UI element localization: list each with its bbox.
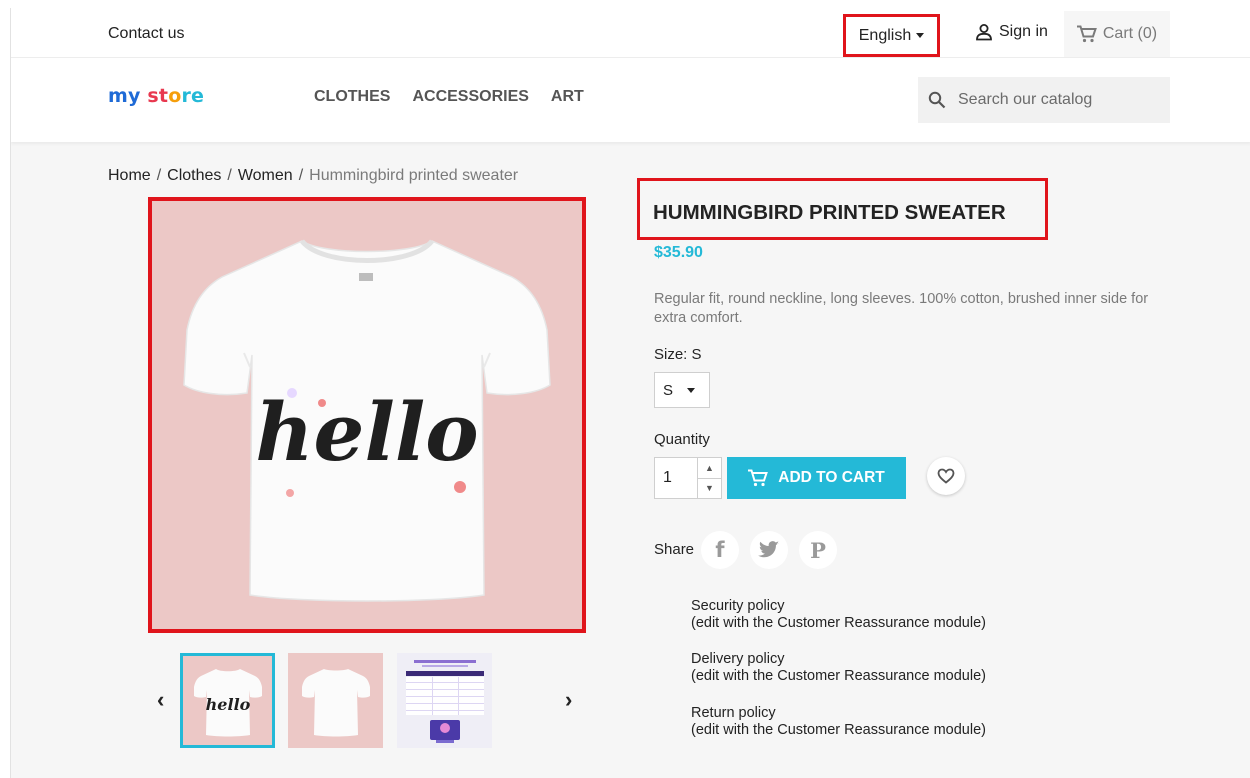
breadcrumb-home[interactable]: Home — [108, 167, 151, 185]
delivery-policy: Delivery policy (edit with the Customer … — [691, 651, 986, 685]
search-input[interactable] — [958, 91, 1158, 109]
chevron-up-icon[interactable]: ▲ — [698, 458, 721, 479]
contact-us-link[interactable]: Contact us — [108, 25, 184, 43]
quantity-arrows: ▲ ▼ — [697, 458, 721, 498]
user-icon — [976, 24, 992, 41]
share-pinterest-button[interactable]: P — [799, 531, 837, 569]
return-policy-note: (edit with the Customer Reassurance modu… — [691, 722, 986, 738]
cart-button[interactable]: Cart (0) — [1064, 11, 1170, 57]
main-nav: CLOTHES ACCESSORIES ART — [314, 88, 584, 106]
thumbnail-strip: ‹ hello › — [151, 653, 581, 749]
language-label: English — [858, 26, 912, 44]
add-to-cart-button[interactable]: ADD TO CART — [727, 457, 906, 499]
thumbnail-item[interactable]: hello — [180, 653, 275, 748]
breadcrumb-separator: / — [298, 167, 304, 184]
thumbnail-item[interactable] — [397, 653, 492, 748]
sign-in-link[interactable]: Sign in — [975, 23, 1048, 41]
page-frame: Contact us English Sign in Cart (0) my s… — [10, 8, 1250, 778]
thumbnail-item[interactable] — [288, 653, 383, 748]
nav-clothes[interactable]: CLOTHES — [314, 88, 390, 106]
security-policy: Security policy (edit with the Customer … — [691, 598, 986, 632]
delivery-policy-note: (edit with the Customer Reassurance modu… — [691, 668, 986, 684]
breadcrumb-current: Hummingbird printed sweater — [309, 167, 519, 184]
cart-icon — [1076, 25, 1097, 43]
size-label: Size: S — [654, 346, 702, 363]
share-twitter-button[interactable] — [750, 531, 788, 569]
facebook-icon: f — [715, 538, 725, 562]
security-policy-note: (edit with the Customer Reassurance modu… — [691, 615, 986, 631]
share-facebook-button[interactable]: f — [701, 531, 739, 569]
sign-in-label: Sign in — [999, 23, 1048, 40]
product-title: HUMMINGBIRD PRINTED SWEATER — [653, 201, 1006, 224]
breadcrumb-separator: / — [156, 167, 162, 184]
pinterest-icon: P — [810, 537, 826, 563]
product-description: Regular fit, round neckline, long sleeve… — [654, 291, 1149, 326]
product-main-image[interactable]: hello — [148, 197, 586, 633]
language-selector[interactable]: English — [843, 14, 940, 57]
breadcrumb: Home / Clothes / Women / Hummingbird pri… — [108, 167, 518, 185]
return-policy: Return policy (edit with the Customer Re… — [691, 705, 986, 739]
cart-label: Cart (0) — [1102, 25, 1158, 42]
size-select-value: S — [663, 381, 674, 399]
size-select[interactable]: S — [654, 372, 710, 408]
tshirt-image: hello — [183, 239, 551, 602]
nav-art[interactable]: ART — [551, 88, 584, 106]
nav-accessories[interactable]: ACCESSORIES — [412, 88, 528, 106]
thumbnail-infographic — [405, 659, 484, 743]
search-icon[interactable] — [928, 91, 946, 109]
logo-part: re — [181, 85, 205, 107]
thumbnail-print-text: hello — [205, 695, 250, 714]
cart-icon — [748, 469, 769, 487]
quantity-stepper[interactable]: 1 ▲ ▼ — [654, 457, 722, 499]
thumbnail-tshirt-front: hello — [193, 668, 262, 736]
logo-part: o — [168, 85, 182, 107]
thumbnail-tshirt-back — [301, 668, 370, 736]
share-label: Share — [654, 541, 695, 558]
twitter-icon — [758, 541, 779, 558]
return-policy-title: Return policy — [691, 705, 776, 721]
top-bar: Contact us English Sign in Cart (0) — [11, 8, 1250, 58]
site-header: my store CLOTHES ACCESSORIES ART — [11, 58, 1250, 142]
delivery-policy-title: Delivery policy — [691, 651, 785, 667]
logo-part: my — [108, 85, 141, 107]
breadcrumb-women[interactable]: Women — [238, 167, 293, 185]
security-policy-title: Security policy — [691, 598, 785, 614]
wishlist-button[interactable] — [927, 457, 965, 495]
quantity-input[interactable]: 1 — [655, 458, 697, 498]
shirt-print-text: hello — [255, 385, 478, 479]
breadcrumb-separator: / — [227, 167, 232, 184]
chevron-right-icon[interactable]: › — [565, 687, 572, 713]
caret-down-icon — [916, 33, 925, 38]
chevron-down-icon[interactable]: ▼ — [698, 479, 721, 499]
logo-part: st — [147, 85, 169, 107]
heart-icon — [937, 468, 955, 484]
product-price: $35.90 — [654, 244, 703, 261]
add-to-cart-label: ADD TO CART — [778, 469, 885, 486]
chevron-left-icon[interactable]: ‹ — [157, 687, 164, 713]
search-box — [918, 77, 1170, 123]
store-logo[interactable]: my store — [108, 85, 204, 107]
caret-down-icon — [687, 387, 696, 393]
quantity-label: Quantity — [654, 431, 710, 448]
breadcrumb-clothes[interactable]: Clothes — [167, 167, 221, 185]
